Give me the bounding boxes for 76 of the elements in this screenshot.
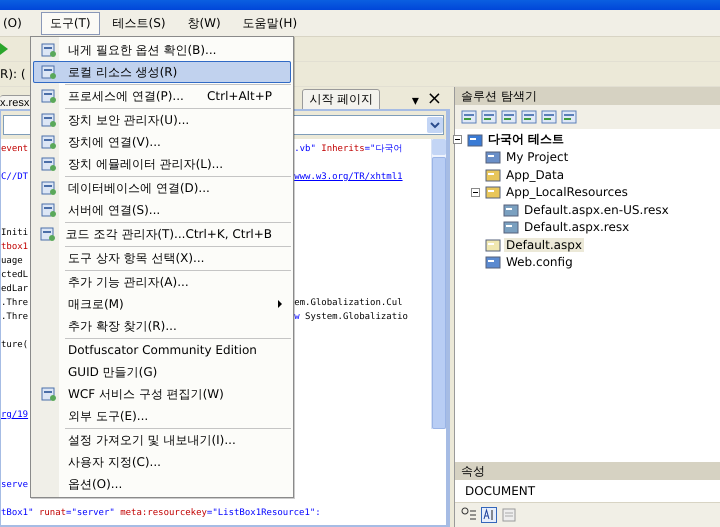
code-fragment: ture( — [1, 340, 28, 350]
alphabetical-sort-icon[interactable] — [481, 507, 497, 523]
document-tab[interactable]: x.resx — [0, 95, 32, 109]
toolbar-tool-icon[interactable] — [561, 109, 577, 125]
menu-item[interactable]: 데이터베이스에 연결(D)... — [33, 177, 291, 199]
close-button[interactable]: × — [422, 89, 446, 109]
menu-bar-item[interactable]: 창(W) — [178, 12, 230, 34]
tree-item[interactable]: App_Data — [504, 168, 566, 182]
code-fragment: .Thre — [1, 312, 28, 322]
code-fragment: w System.Globalizatio — [294, 312, 408, 322]
menu-item[interactable]: 옵션(O)... — [33, 473, 291, 495]
toolbar-tool-icon[interactable] — [461, 109, 477, 125]
menu-item[interactable]: 도구 상자 항목 선택(X)... — [33, 247, 291, 269]
menu-item[interactable]: GUID 만들기(G) — [33, 361, 291, 383]
menu-bar-item[interactable]: 테스트(S) — [104, 12, 174, 34]
tree-item[interactable]: My Project — [504, 150, 570, 164]
tree-node-icon — [485, 149, 501, 166]
toolbar-tool-icon[interactable] — [501, 109, 517, 125]
menu-item[interactable]: 장치 에뮬레이터 관리자(L)... — [33, 153, 291, 175]
toolbar-tool-icon[interactable] — [521, 109, 537, 125]
code-fragment: rg/19 — [1, 410, 28, 420]
menu-bar-item[interactable]: 도움말(H) — [234, 12, 306, 34]
menu-item[interactable]: 코드 조각 관리자(T)...Ctrl+K, Ctrl+B — [33, 223, 291, 245]
menu-bar-item[interactable]: 도구(T) — [40, 12, 100, 34]
menu-item[interactable]: 장치 보안 관리자(U)... — [33, 109, 291, 131]
menu-item[interactable]: 외부 도구(E)... — [33, 405, 291, 427]
code-fragment: event — [1, 144, 28, 154]
tree-node-icon — [485, 254, 501, 270]
menu-item[interactable]: 추가 기능 관리자(A)... — [33, 271, 291, 293]
tree-node-icon — [485, 184, 501, 200]
toolbar-tool-icon[interactable] — [481, 109, 497, 125]
code-fragment: serve — [1, 480, 28, 490]
code-fragment: .vb" Inherits="다국어 — [294, 144, 402, 154]
play-icon[interactable] — [0, 43, 8, 55]
tree-item[interactable]: App_LocalResources — [504, 185, 630, 200]
code-fragment: tbox1 — [1, 242, 28, 252]
code-fragment: em.Globalization.Cul — [294, 298, 403, 308]
toolbar-tool-icon[interactable] — [541, 109, 557, 125]
menu-item[interactable]: 사용자 지정(C)... — [33, 451, 291, 473]
menu-item[interactable]: 추가 확장 찾기(R)... — [33, 315, 291, 337]
menu-item[interactable]: Dotfuscator Community Edition — [33, 339, 291, 361]
menu-item[interactable]: 장치에 연결(V)... — [33, 131, 291, 153]
code-fragment: www.w3.org/TR/xhtml1 — [294, 172, 403, 182]
menu-item[interactable]: 설정 가져오기 및 내보내기(I)... — [33, 429, 291, 451]
tree-item[interactable]: Default.aspx.resx — [522, 220, 632, 234]
menu-item[interactable]: WCF 서비스 구성 편집기(W) — [33, 383, 291, 405]
collapse-toggle-icon[interactable] — [453, 135, 462, 144]
tree-item[interactable]: Default.aspx.en-US.resx — [522, 202, 671, 217]
tree-item[interactable]: Web.config — [504, 255, 575, 270]
properties-title: 속성 — [455, 462, 720, 480]
solution-explorer-title: 솔루션 탐색기 — [455, 87, 720, 105]
menu-item[interactable]: 매크로(M) — [33, 293, 291, 315]
menu-item[interactable]: 로컬 리소스 생성(R) — [33, 61, 291, 83]
tree-item[interactable]: 다국어 테스트 — [486, 131, 566, 148]
code-fragment: .Thre — [1, 298, 28, 308]
menu-item[interactable]: 내게 필요한 옵션 확인(B)... — [33, 39, 291, 61]
tree-node-icon — [503, 219, 519, 236]
code-fragment: edLar — [1, 284, 28, 294]
vertical-scrollbar[interactable] — [431, 139, 446, 429]
tree-node-icon — [503, 202, 519, 218]
code-line: tBox1" runat="server" meta:resourcekey="ListBox1Resource1": — [1, 507, 321, 520]
collapse-toggle-icon[interactable] — [471, 188, 480, 197]
code-fragment: ctedL — [1, 270, 28, 280]
menu-item[interactable]: 프로세스에 연결(P)... Ctrl+Alt+P — [33, 85, 291, 107]
tab-list-dropdown[interactable]: ▾ — [408, 93, 423, 109]
tree-node-icon — [485, 166, 501, 183]
menu-item[interactable]: 서버에 연결(S)... — [33, 199, 291, 221]
tree-item[interactable]: Default.aspx — [504, 238, 584, 252]
code-fragment: uage — [1, 256, 23, 266]
document-tab[interactable]: 시작 페이지 — [302, 89, 380, 109]
tree-node-icon — [467, 132, 483, 148]
code-fragment: C//DT — [1, 172, 28, 182]
menu-bar-item[interactable]: (O) — [0, 13, 31, 33]
toolbar-label: R): ( — [0, 67, 26, 81]
code-fragment: Initi — [1, 228, 28, 238]
tree-node-icon — [485, 236, 501, 253]
